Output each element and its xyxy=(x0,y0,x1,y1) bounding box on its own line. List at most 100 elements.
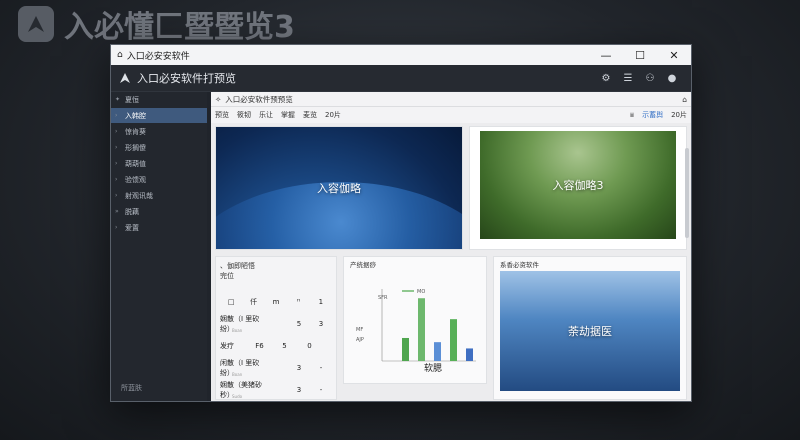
sidebar-item-2[interactable]: › 惊肯葵 xyxy=(111,124,207,139)
chevron-right-icon: › xyxy=(115,128,118,135)
row-value: 3 xyxy=(318,320,324,328)
app-header: 入口必安软件打预览 ⚙ ☰ ⚇ ● xyxy=(111,65,691,92)
chevron-right-icon: › xyxy=(115,144,118,151)
sidebar-item-7[interactable]: » 脱藕 xyxy=(111,204,207,219)
chevron-right-icon: › xyxy=(115,112,118,119)
card-earth[interactable]: 入容伽略 xyxy=(215,126,463,250)
lightning-icon: ✧ xyxy=(215,94,222,104)
sidebar-item-label: 夏恒 xyxy=(125,95,139,104)
main-content: ✧ 入口必安软件预预览 ⌂ 预览 筱韧 乐让 掌握 麦览 20片 ⩸ 示蓄舆 2… xyxy=(211,92,691,401)
row-value: 3 xyxy=(296,386,302,394)
cubes-image: 荼劫据医 xyxy=(500,271,680,391)
toolbar-item-3[interactable]: 掌握 xyxy=(281,110,295,120)
close-button[interactable]: ✕ xyxy=(657,45,691,65)
card-chart[interactable]: 产统据痧 SFR MF AJP MO 软腮 xyxy=(343,256,487,384)
sidebar-item-label: 入韩腔 xyxy=(125,111,146,120)
table-caption: 、伽即陋悟 xyxy=(220,262,255,270)
table-header-cell: 1 xyxy=(318,298,324,306)
table-row[interactable]: 发疗 F6 5 0 xyxy=(220,335,332,357)
toolbar-item-4[interactable]: 麦览 xyxy=(303,110,317,120)
toolbar-right-label[interactable]: 示蓄舆 xyxy=(642,110,663,120)
app-window: ⌂ 入口必安安软件 — ☐ ✕ 入口必安软件打预览 ⚙ ☰ ⚇ ● ✦ 夏恒 › 入… xyxy=(110,44,692,402)
sidebar-item-6[interactable]: › 射观讯哉 xyxy=(111,188,207,203)
sidebar-item-8[interactable]: › 爱置 xyxy=(111,220,207,235)
sidebar-item-label: 葫葫值 xyxy=(125,159,146,168)
fern-image: 入容伽略3 xyxy=(480,131,676,239)
people-icon[interactable]: ⚇ xyxy=(639,67,661,89)
home-icon: ⌂ xyxy=(117,50,123,60)
row-value: F6 xyxy=(255,342,264,350)
cubes-image-label: 荼劫据医 xyxy=(568,325,612,338)
row-name: 娴散（美猪砂秒） xyxy=(220,381,262,399)
minimize-button[interactable]: — xyxy=(589,45,623,65)
background-title-text: 入必懂匚暨暨览3 xyxy=(64,10,295,45)
card-table[interactable]: 、伽即陋悟 完位 □ 仟 m ᴴ 1 娴散（I 里砍纷） 5 3 Boan 发疗… xyxy=(215,256,337,400)
sidebar-item-4[interactable]: › 葫葫值 xyxy=(111,156,207,171)
window-titlebar[interactable]: ⌂ 入口必安安软件 — ☐ ✕ xyxy=(111,45,691,65)
chart-center-label: 软腮 xyxy=(424,364,443,374)
menu-icon[interactable]: ☰ xyxy=(617,67,639,89)
app-logo-icon xyxy=(119,69,131,88)
filter-icon[interactable]: ⩸ xyxy=(630,111,634,120)
chart-bar xyxy=(434,342,441,361)
row-value: 3 xyxy=(296,364,302,372)
sidebar-item-1[interactable]: › 入韩腔 xyxy=(111,108,207,123)
chevron-right-icon: » xyxy=(115,208,119,215)
row-value: 5 xyxy=(296,320,302,328)
sidebar-item-5[interactable]: › 验馈观 xyxy=(111,172,207,187)
fern-image-label: 入容伽略3 xyxy=(552,179,604,192)
sidebar-footer[interactable]: 所蓝肤 xyxy=(121,383,142,393)
cubes-card-title: 系香必资软件 xyxy=(500,261,539,269)
sidebar-item-3[interactable]: › 形搁傻 xyxy=(111,140,207,155)
table-row[interactable]: 娴散（美猪砂秒） 3 - Sudo xyxy=(220,379,332,399)
sidebar-item-label: 验馈观 xyxy=(125,175,146,184)
sidebar-item-label: 脱藕 xyxy=(125,207,139,216)
home-icon[interactable]: ⌂ xyxy=(682,95,687,104)
earth-image-label: 入容伽略 xyxy=(317,182,361,195)
row-name: 发疗 xyxy=(220,342,234,350)
row-sub: Boan xyxy=(232,372,243,377)
sidebar: ✦ 夏恒 › 入韩腔 › 惊肯葵 › 形搁傻 › 葫葫值 › 验馈观 › 射观讯哉 » 脱藕 ›… xyxy=(111,92,207,401)
toolbar-right-count[interactable]: 20片 xyxy=(671,110,687,120)
scrollbar[interactable] xyxy=(685,148,689,238)
gear-icon[interactable]: ⚙ xyxy=(595,67,617,89)
card-fern[interactable]: 入容伽略3 xyxy=(469,126,687,250)
row-sub: Sudo xyxy=(232,394,243,399)
background-app-title: 入必懂匚暨暨览3 xyxy=(18,0,295,48)
tick-label: MF xyxy=(356,327,363,333)
toolbar-item-2[interactable]: 乐让 xyxy=(259,110,273,120)
background-logo-icon xyxy=(18,6,54,42)
sidebar-item-0[interactable]: ✦ 夏恒 xyxy=(111,92,207,107)
table-row[interactable]: 娴散（I 里砍纷） 5 3 Boan xyxy=(220,313,332,335)
chart-bar xyxy=(402,337,409,361)
row-sub: Boan xyxy=(232,328,243,333)
tick-label: SFR xyxy=(378,295,388,301)
card-cubes[interactable]: 系香必资软件 荼劫据医 xyxy=(493,256,687,400)
toolbar-item-1[interactable]: 筱韧 xyxy=(237,110,251,120)
row-name: 闲散（I 里砍纷） xyxy=(220,359,260,377)
toolbar-item-preview[interactable]: 预览 xyxy=(215,110,229,120)
chevron-right-icon: › xyxy=(115,176,118,183)
breadcrumb: ✧ 入口必安软件预预览 ⌂ xyxy=(211,92,691,107)
table-header-cell: 仟 xyxy=(250,298,258,306)
row-value: - xyxy=(319,364,323,372)
chevron-right-icon: › xyxy=(115,224,118,231)
chart-title: 产统据痧 xyxy=(350,261,376,269)
star-icon: ✦ xyxy=(115,96,121,103)
table-header-row: □ 仟 m ᴴ 1 xyxy=(220,291,332,313)
sidebar-item-label: 爱置 xyxy=(125,223,139,232)
user-icon[interactable]: ● xyxy=(661,67,683,89)
table-caption-sub: 完位 xyxy=(220,272,234,280)
table-row[interactable]: 闲散（I 里砍纷） 3 - Boan xyxy=(220,357,332,379)
sidebar-item-label: 形搁傻 xyxy=(125,143,146,152)
toolbar-item-count[interactable]: 20片 xyxy=(325,110,341,120)
sidebar-item-label: 惊肯葵 xyxy=(125,127,146,136)
row-value: 5 xyxy=(282,342,287,350)
window-title: 入口必安安软件 xyxy=(126,51,190,62)
data-table: 、伽即陋悟 完位 □ 仟 m ᴴ 1 娴散（I 里砍纷） 5 3 Boan 发疗… xyxy=(220,261,332,399)
page-title: 入口必安软件预预览 xyxy=(225,94,293,104)
chart-bar xyxy=(466,348,473,361)
maximize-button[interactable]: ☐ xyxy=(623,45,657,65)
sidebar-item-label: 射观讯哉 xyxy=(125,191,153,200)
tick-label: AJP xyxy=(356,337,364,343)
